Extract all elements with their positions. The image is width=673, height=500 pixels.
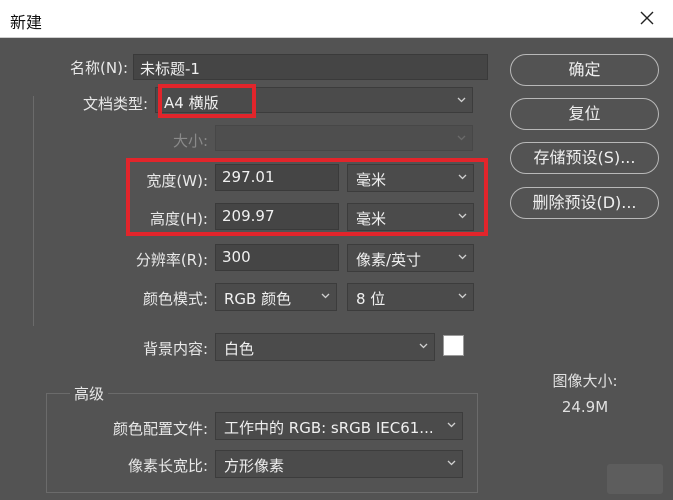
watermark	[607, 464, 663, 494]
advanced-title: 高级	[70, 383, 109, 404]
pixel-aspect-label: 像素长宽比:	[127, 457, 208, 475]
reset-button[interactable]: 复位	[510, 98, 659, 130]
chevron-down-icon	[447, 460, 456, 466]
advanced-group-border	[46, 393, 478, 493]
name-label: 名称(N):	[70, 59, 128, 77]
chevron-down-icon	[458, 293, 467, 299]
highlight-dimensions	[126, 158, 488, 236]
highlight-doc-type	[158, 84, 256, 118]
background-color-swatch[interactable]	[443, 335, 464, 356]
chevron-down-icon	[458, 254, 467, 260]
resolution-unit-value: 像素/英寸	[356, 251, 422, 269]
document-group-border	[33, 96, 34, 326]
chevron-down-icon	[321, 293, 330, 299]
pixel-aspect-value: 方形像素	[224, 457, 285, 475]
size-label: 大小:	[172, 132, 208, 150]
bit-depth-select[interactable]: 8 位	[347, 283, 474, 311]
background-label: 背景内容:	[142, 340, 208, 358]
name-input[interactable]: 未标题-1	[133, 54, 488, 80]
color-profile-label: 颜色配置文件:	[112, 420, 208, 438]
pixel-aspect-select[interactable]: 方形像素	[215, 450, 463, 478]
chevron-down-icon	[419, 343, 428, 349]
image-size-value: 24.9M	[561, 398, 609, 416]
delete-preset-button[interactable]: 删除预设(D)...	[510, 187, 659, 219]
window-title: 新建	[10, 13, 43, 32]
close-icon[interactable]	[635, 6, 659, 30]
bit-depth-value: 8 位	[356, 290, 386, 308]
resolution-input[interactable]: 300	[215, 244, 339, 271]
color-mode-select[interactable]: RGB 颜色	[215, 283, 337, 311]
size-select	[215, 125, 473, 151]
doc-type-label: 文档类型:	[82, 95, 148, 113]
color-mode-label: 颜色模式:	[142, 290, 208, 308]
background-select[interactable]: 白色	[215, 333, 435, 361]
color-profile-value: 工作中的 RGB: sRGB IEC61...	[224, 419, 434, 437]
ok-button[interactable]: 确定	[510, 54, 659, 86]
image-size-label: 图像大小:	[552, 372, 618, 390]
chevron-down-icon	[447, 422, 456, 428]
resolution-label: 分辨率(R):	[135, 251, 208, 269]
title-bar: 新建	[0, 0, 673, 38]
chevron-down-icon	[457, 97, 466, 103]
background-value: 白色	[224, 340, 255, 358]
color-mode-value: RGB 颜色	[224, 290, 292, 308]
chevron-down-icon	[457, 135, 466, 141]
resolution-unit-select[interactable]: 像素/英寸	[347, 244, 474, 272]
save-preset-button[interactable]: 存储预设(S)...	[510, 142, 659, 174]
color-profile-select[interactable]: 工作中的 RGB: sRGB IEC61...	[215, 412, 463, 440]
